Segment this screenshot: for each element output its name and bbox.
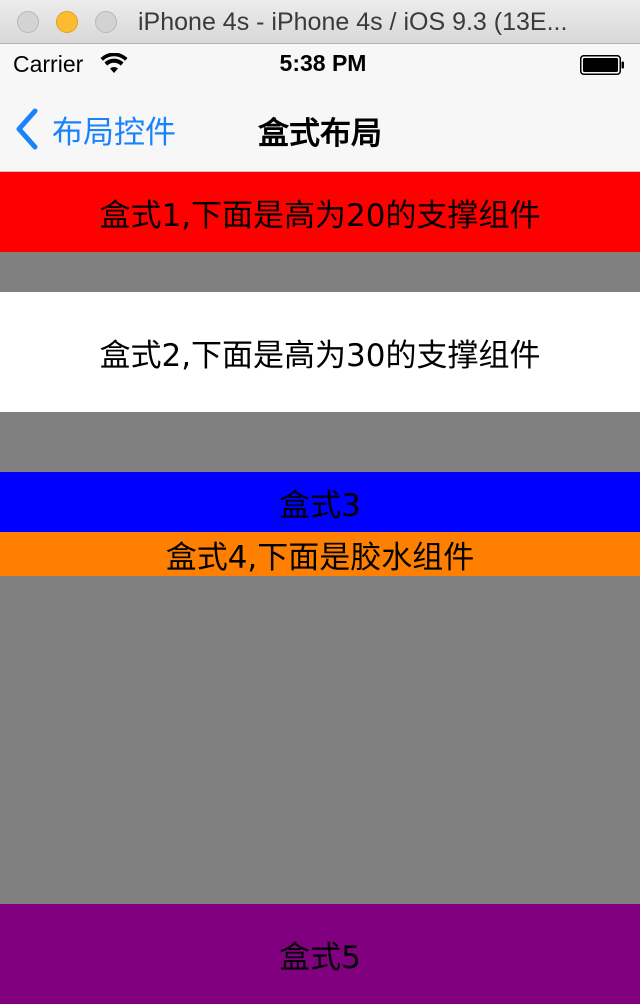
box-1: 盒式1,下面是高为20的支撑组件 xyxy=(0,172,640,252)
window-close-button[interactable] xyxy=(17,11,39,33)
box-4: 盒式4,下面是胶水组件 xyxy=(0,532,640,576)
battery-icon xyxy=(580,55,624,75)
window-titlebar: iPhone 4s - iPhone 4s / iOS 9.3 (13E... xyxy=(0,0,640,44)
status-time: 5:38 PM xyxy=(279,50,367,76)
box-5: 盒式5 xyxy=(0,904,640,1004)
simulator-window: iPhone 4s - iPhone 4s / iOS 9.3 (13E... … xyxy=(0,0,640,1004)
navigation-bar: 布局控件 盒式布局 xyxy=(0,86,640,172)
box-2: 盒式2,下面是高为30的支撑组件 xyxy=(0,292,640,412)
window-title: iPhone 4s - iPhone 4s / iOS 9.3 (13E... xyxy=(138,8,568,36)
window-zoom-button[interactable] xyxy=(95,11,117,33)
box-3: 盒式3 xyxy=(0,472,640,532)
window-minimize-button[interactable] xyxy=(56,11,78,33)
page-title: 盒式布局 xyxy=(258,116,382,152)
status-bar: Carrier 5:38 PM xyxy=(0,44,640,86)
